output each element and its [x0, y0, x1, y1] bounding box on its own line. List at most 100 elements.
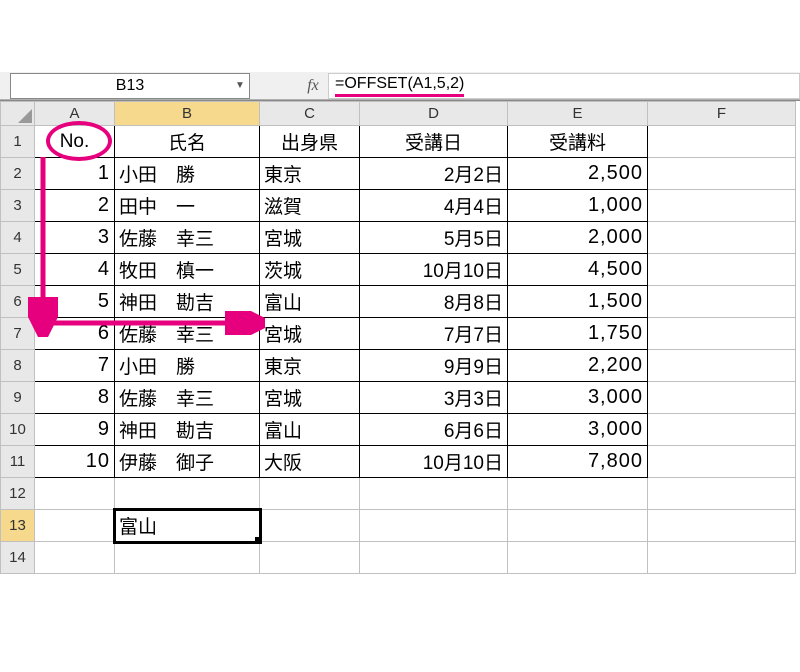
cell[interactable] — [648, 478, 796, 510]
cell-fee[interactable]: 1,750 — [508, 318, 648, 350]
cell-no[interactable]: 5 — [35, 286, 115, 318]
cell-name[interactable]: 佐藤 幸三 — [115, 222, 260, 254]
row-header-14[interactable]: 14 — [1, 542, 35, 574]
cell[interactable] — [648, 286, 796, 318]
col-header-F[interactable]: F — [648, 102, 796, 126]
row-header-6[interactable]: 6 — [1, 286, 35, 318]
cell-no[interactable]: 4 — [35, 254, 115, 286]
cell[interactable] — [360, 542, 508, 574]
cell-pref[interactable]: 大阪 — [260, 446, 360, 478]
hdr-date[interactable]: 受講日 — [360, 126, 508, 158]
row-header-7[interactable]: 7 — [1, 318, 35, 350]
cell-fee[interactable]: 1,000 — [508, 190, 648, 222]
cell-name[interactable]: 伊藤 御子 — [115, 446, 260, 478]
cell-date[interactable]: 3月3日 — [360, 382, 508, 414]
col-header-A[interactable]: A — [35, 102, 115, 126]
row-header-2[interactable]: 2 — [1, 158, 35, 190]
col-header-B[interactable]: B — [115, 102, 260, 126]
cell-fee[interactable]: 3,000 — [508, 382, 648, 414]
cell-pref[interactable]: 茨城 — [260, 254, 360, 286]
cell-no[interactable]: 2 — [35, 190, 115, 222]
cell-name[interactable]: 神田 勘吉 — [115, 286, 260, 318]
cell-no[interactable]: 8 — [35, 382, 115, 414]
cell[interactable] — [360, 478, 508, 510]
cell-fee[interactable]: 2,500 — [508, 158, 648, 190]
row-header-1[interactable]: 1 — [1, 126, 35, 158]
cell[interactable] — [115, 542, 260, 574]
cell-no[interactable]: 7 — [35, 350, 115, 382]
spreadsheet-grid[interactable]: A B C D E F 1 No. 氏名 出身県 受講日 受講料 21小田 勝東… — [0, 100, 800, 574]
cell-pref[interactable]: 富山 — [260, 286, 360, 318]
cell-no[interactable]: 1 — [35, 158, 115, 190]
row-header-12[interactable]: 12 — [1, 478, 35, 510]
cell[interactable] — [360, 510, 508, 542]
cell[interactable] — [260, 542, 360, 574]
cell-no[interactable]: 10 — [35, 446, 115, 478]
cell-no[interactable]: 6 — [35, 318, 115, 350]
cell[interactable] — [648, 190, 796, 222]
cell-fee[interactable]: 1,500 — [508, 286, 648, 318]
hdr-no[interactable]: No. — [35, 126, 115, 158]
name-box[interactable]: B13 ▼ — [10, 73, 250, 99]
cell[interactable] — [648, 542, 796, 574]
cell-name[interactable]: 田中 一 — [115, 190, 260, 222]
hdr-pref[interactable]: 出身県 — [260, 126, 360, 158]
cell[interactable] — [648, 414, 796, 446]
hdr-name[interactable]: 氏名 — [115, 126, 260, 158]
cell-date[interactable]: 2月2日 — [360, 158, 508, 190]
cell-name[interactable]: 小田 勝 — [115, 158, 260, 190]
fx-icon[interactable]: fx — [298, 77, 328, 95]
cell-fee[interactable]: 4,500 — [508, 254, 648, 286]
cell[interactable] — [35, 542, 115, 574]
cell-fee[interactable]: 2,000 — [508, 222, 648, 254]
cell-name[interactable]: 佐藤 幸三 — [115, 382, 260, 414]
cell-pref[interactable]: 東京 — [260, 350, 360, 382]
hdr-fee[interactable]: 受講料 — [508, 126, 648, 158]
cell-date[interactable]: 8月8日 — [360, 286, 508, 318]
cell[interactable] — [648, 254, 796, 286]
cell-pref[interactable]: 滋賀 — [260, 190, 360, 222]
chevron-down-icon[interactable]: ▼ — [233, 79, 247, 93]
col-header-E[interactable]: E — [508, 102, 648, 126]
cell-date[interactable]: 5月5日 — [360, 222, 508, 254]
row-header-10[interactable]: 10 — [1, 414, 35, 446]
cell[interactable] — [648, 446, 796, 478]
cell[interactable] — [508, 510, 648, 542]
cell[interactable] — [648, 126, 796, 158]
cell-pref[interactable]: 宮城 — [260, 318, 360, 350]
cell[interactable] — [648, 158, 796, 190]
cell-pref[interactable]: 富山 — [260, 414, 360, 446]
cell[interactable] — [648, 382, 796, 414]
row-header-9[interactable]: 9 — [1, 382, 35, 414]
cell[interactable] — [260, 510, 360, 542]
row-header-13[interactable]: 13 — [1, 510, 35, 542]
cell-fee[interactable]: 2,200 — [508, 350, 648, 382]
cell[interactable] — [648, 350, 796, 382]
cell-pref[interactable]: 東京 — [260, 158, 360, 190]
cell-name[interactable]: 小田 勝 — [115, 350, 260, 382]
row-header-4[interactable]: 4 — [1, 222, 35, 254]
cell-fee[interactable]: 3,000 — [508, 414, 648, 446]
cell[interactable] — [260, 478, 360, 510]
cell-date[interactable]: 10月10日 — [360, 254, 508, 286]
cell[interactable] — [648, 510, 796, 542]
cell-date[interactable]: 6月6日 — [360, 414, 508, 446]
cell-date[interactable]: 7月7日 — [360, 318, 508, 350]
cell-fee[interactable]: 7,800 — [508, 446, 648, 478]
col-header-D[interactable]: D — [360, 102, 508, 126]
cell-date[interactable]: 9月9日 — [360, 350, 508, 382]
cell[interactable] — [648, 318, 796, 350]
cell-name[interactable]: 牧田 槙一 — [115, 254, 260, 286]
cell-date[interactable]: 4月4日 — [360, 190, 508, 222]
cell[interactable] — [35, 510, 115, 542]
col-header-C[interactable]: C — [260, 102, 360, 126]
cell-pref[interactable]: 宮城 — [260, 382, 360, 414]
formula-input[interactable]: =OFFSET(A1,5,2) — [328, 73, 800, 99]
cell-no[interactable]: 3 — [35, 222, 115, 254]
cell-name[interactable]: 神田 勘吉 — [115, 414, 260, 446]
cell-name[interactable]: 佐藤 幸三 — [115, 318, 260, 350]
cell[interactable] — [508, 478, 648, 510]
cell[interactable] — [115, 478, 260, 510]
row-header-5[interactable]: 5 — [1, 254, 35, 286]
cell[interactable] — [648, 222, 796, 254]
